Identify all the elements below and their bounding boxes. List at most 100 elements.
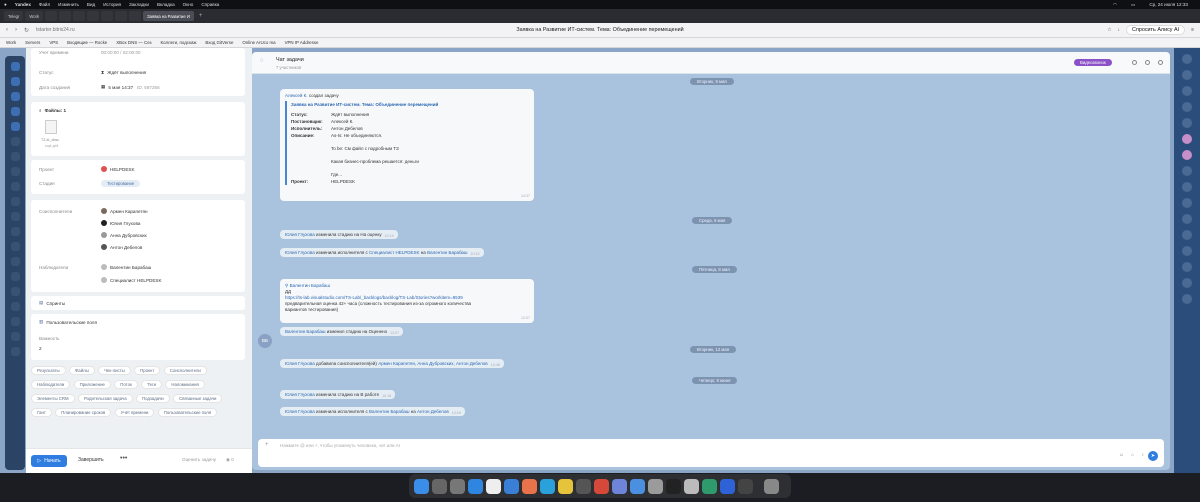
avatar[interactable] bbox=[1182, 230, 1192, 240]
close-icon[interactable] bbox=[1182, 54, 1192, 64]
avatar[interactable] bbox=[1182, 70, 1192, 80]
chip-timetrack[interactable]: Учёт времени bbox=[114, 408, 155, 417]
nav-icon[interactable] bbox=[10, 182, 20, 191]
menu-tab[interactable]: Вкладка bbox=[157, 2, 175, 7]
observer-name[interactable]: Специалист HELPDESK bbox=[110, 278, 162, 283]
tab-7[interactable] bbox=[115, 11, 128, 21]
task-card-title[interactable]: Заявка на Развитие ИТ-систем. Тема: Объе… bbox=[291, 101, 529, 108]
avatar[interactable] bbox=[1182, 278, 1192, 288]
bookmark-item[interactable]: VPN IP Addresse bbox=[285, 40, 319, 45]
download-icon[interactable]: ↓ bbox=[1118, 27, 1121, 33]
app-icon[interactable] bbox=[576, 478, 591, 494]
launchpad-icon[interactable] bbox=[432, 478, 447, 494]
tab-5[interactable] bbox=[87, 11, 100, 21]
chip-app[interactable]: Приложение bbox=[73, 380, 111, 389]
finish-button[interactable]: Завершить bbox=[78, 457, 104, 463]
nav-icon[interactable] bbox=[10, 122, 20, 131]
chip-reminders[interactable]: Напоминания bbox=[165, 380, 205, 389]
message-link[interactable]: Специалист HELPDESK bbox=[369, 250, 420, 255]
tab-telegram[interactable]: Telegr bbox=[4, 11, 24, 21]
safari-icon[interactable] bbox=[468, 478, 483, 494]
bookmark-item[interactable]: Work bbox=[6, 40, 16, 45]
bookmark-item[interactable]: XBox DNS — Сез bbox=[116, 40, 151, 45]
coexec-name[interactable]: Армен Карапетян bbox=[110, 209, 148, 214]
chip-coexec[interactable]: Соисполнители bbox=[163, 366, 207, 375]
nav-icon[interactable] bbox=[10, 272, 20, 281]
message-link[interactable]: Армен Карапетян, Анна Дубровских, Антон … bbox=[378, 361, 488, 366]
add-user-icon[interactable] bbox=[1132, 60, 1137, 65]
avatar[interactable]: ВБ bbox=[258, 334, 272, 348]
menu-edit[interactable]: Изменить bbox=[58, 2, 79, 7]
avatar[interactable] bbox=[1182, 262, 1192, 272]
nav-icon[interactable] bbox=[10, 317, 20, 326]
attach-icon[interactable]: ⌂ bbox=[1131, 452, 1134, 458]
nav-icon[interactable] bbox=[10, 137, 20, 146]
chip-observers[interactable]: Наблюдатели bbox=[31, 380, 71, 389]
message-link[interactable]: Антон Дебелов bbox=[417, 409, 449, 414]
project-value[interactable]: HELPDESK bbox=[110, 167, 135, 172]
chip-customfields[interactable]: Пользовательские поля bbox=[157, 408, 218, 417]
menu-icon[interactable]: ≡ bbox=[1191, 27, 1194, 33]
chip-parent[interactable]: Родительская задача bbox=[78, 394, 133, 403]
app-icon[interactable] bbox=[720, 478, 735, 494]
plus-icon[interactable]: + bbox=[265, 442, 269, 448]
search-icon[interactable] bbox=[1145, 60, 1150, 65]
avatar[interactable] bbox=[1182, 182, 1192, 192]
chip-flow[interactable]: Поток bbox=[114, 380, 138, 389]
nav-icon[interactable] bbox=[10, 257, 20, 266]
nav-icon[interactable] bbox=[10, 107, 20, 116]
start-button[interactable]: ▷ Начать bbox=[31, 455, 67, 467]
settings-icon[interactable] bbox=[450, 478, 465, 494]
message-link[interactable]: Валентин Барабаш bbox=[369, 409, 409, 414]
avatar[interactable] bbox=[1182, 150, 1192, 160]
bookmark-item[interactable]: Входящие — Rocke bbox=[67, 40, 107, 45]
message-author[interactable]: Юлия Глухова bbox=[285, 409, 315, 414]
menu-app[interactable]: Yandex bbox=[15, 2, 31, 7]
nav-icon[interactable] bbox=[10, 62, 20, 71]
bookmark-item[interactable]: Servers bbox=[25, 40, 40, 45]
app-icon[interactable] bbox=[630, 478, 645, 494]
avatar[interactable] bbox=[1182, 294, 1192, 304]
nav-icon[interactable] bbox=[10, 347, 20, 356]
apple-icon[interactable]: ● bbox=[4, 2, 7, 7]
sprints-card[interactable]: ▤ Спринты bbox=[31, 296, 245, 310]
coexec-name[interactable]: Антон Дебелов bbox=[110, 245, 142, 250]
bookmark-icon[interactable]: ☆ bbox=[1107, 27, 1111, 33]
chip-planning[interactable]: Планирование сроков bbox=[55, 408, 112, 417]
forward-icon[interactable]: › bbox=[15, 27, 17, 33]
chip-crm[interactable]: Элементы CRM bbox=[31, 394, 75, 403]
trash-icon[interactable] bbox=[764, 478, 779, 494]
app-icon[interactable] bbox=[594, 478, 609, 494]
finder-icon[interactable] bbox=[414, 478, 429, 494]
app-icon[interactable] bbox=[702, 478, 717, 494]
chat-subtitle[interactable]: 7 участников bbox=[276, 65, 301, 70]
message-author[interactable]: Юлия Глухова bbox=[285, 361, 315, 366]
avatar[interactable] bbox=[1182, 118, 1192, 128]
nav-icon[interactable] bbox=[10, 332, 20, 341]
nav-icon[interactable] bbox=[10, 167, 20, 176]
avatar[interactable] bbox=[1182, 86, 1192, 96]
message-author[interactable]: Юлия Глухова bbox=[285, 232, 315, 237]
message-author[interactable]: Юлия Глухова bbox=[285, 392, 315, 397]
file-action[interactable]: ещё дей bbox=[45, 144, 58, 148]
nav-icon[interactable] bbox=[10, 227, 20, 236]
nav-icon[interactable] bbox=[10, 287, 20, 296]
chip-checklists[interactable]: Чек-листы bbox=[98, 366, 131, 375]
menu-help[interactable]: Справка bbox=[201, 2, 219, 7]
tab-work[interactable]: Work bbox=[25, 11, 44, 21]
chip-project[interactable]: Проект bbox=[134, 366, 161, 375]
mail-icon[interactable] bbox=[504, 478, 519, 494]
back-icon[interactable]: ‹ bbox=[6, 27, 8, 33]
nav-icon[interactable] bbox=[10, 242, 20, 251]
status-value[interactable]: Ждёт выполнения bbox=[107, 70, 146, 75]
avatar[interactable] bbox=[1182, 246, 1192, 256]
chip-gantt[interactable]: Гант bbox=[31, 408, 52, 417]
app-icon[interactable] bbox=[648, 478, 663, 494]
chip-results[interactable]: Результаты bbox=[31, 366, 66, 375]
tab-8[interactable] bbox=[129, 11, 142, 21]
app-icon[interactable] bbox=[558, 478, 573, 494]
menu-window[interactable]: Окно bbox=[183, 2, 194, 7]
tab-2[interactable] bbox=[45, 11, 58, 21]
nav-icon[interactable] bbox=[10, 77, 20, 86]
nav-icon[interactable] bbox=[10, 92, 20, 101]
